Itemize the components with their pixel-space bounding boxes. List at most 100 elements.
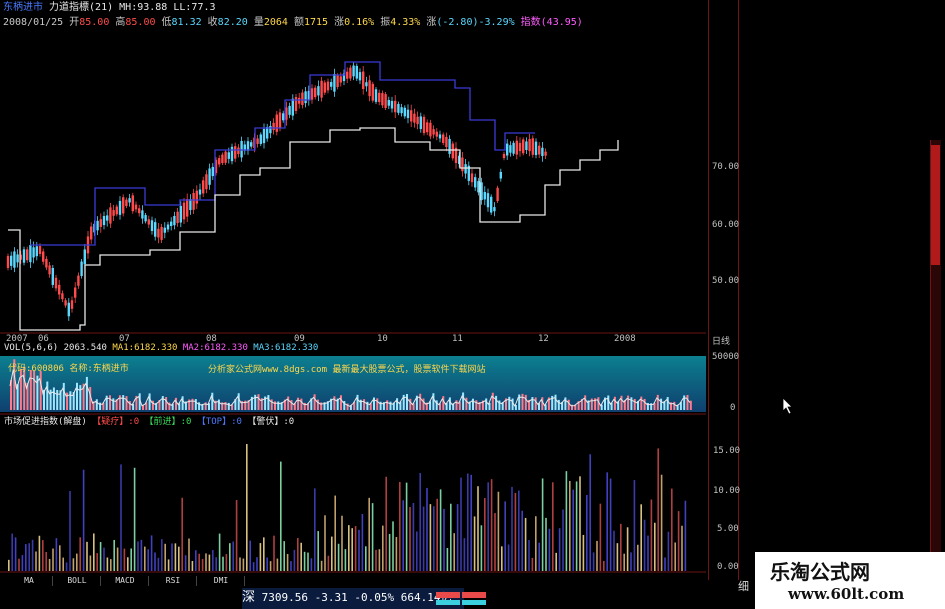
indicator-bar bbox=[106, 557, 109, 571]
indicator-bar bbox=[317, 531, 319, 571]
volume-bar bbox=[524, 394, 527, 410]
volume-bar bbox=[495, 395, 498, 410]
volume-bar bbox=[686, 395, 689, 410]
indicator-bar bbox=[351, 528, 353, 571]
indicator-bar bbox=[31, 539, 34, 571]
tab-rsi[interactable]: RSI bbox=[150, 576, 197, 586]
candle-body bbox=[259, 134, 262, 144]
tab-macd[interactable]: MACD bbox=[102, 576, 149, 586]
market-status-bar[interactable]: 深 7309.56 -3.31 -0.05% 664.14亿 bbox=[242, 588, 464, 609]
indicator-title[interactable]: 市场促进指数(解盘) bbox=[4, 417, 87, 427]
volume-bar bbox=[554, 394, 557, 410]
candle-body bbox=[170, 221, 173, 227]
indicator-bar bbox=[511, 486, 513, 571]
volume-bar bbox=[491, 392, 494, 410]
indicator-bar bbox=[55, 538, 58, 571]
tab-ma[interactable]: MA bbox=[6, 576, 53, 586]
volume-bar bbox=[95, 399, 98, 410]
volume-bar bbox=[297, 397, 300, 410]
candle-body bbox=[384, 94, 387, 109]
volume-ma2: MA2:6182.330 bbox=[182, 343, 248, 353]
volume-bar bbox=[194, 399, 197, 410]
candle-body bbox=[506, 143, 509, 156]
candle-body bbox=[125, 199, 128, 207]
candle-body bbox=[221, 154, 224, 164]
volume-bar bbox=[217, 399, 220, 410]
indicator-bar bbox=[647, 535, 649, 571]
scrollbar-thumb[interactable] bbox=[931, 145, 940, 265]
candle-body bbox=[518, 142, 522, 152]
candle-body bbox=[256, 138, 259, 144]
indicator-axis-label: 5.00 bbox=[717, 524, 739, 534]
indicator-bar bbox=[300, 542, 302, 571]
indicator-bar bbox=[76, 553, 78, 571]
candle-body bbox=[6, 256, 10, 268]
volume-bar bbox=[46, 381, 49, 410]
candle-body bbox=[333, 73, 336, 92]
candle-body bbox=[400, 107, 403, 114]
indicator-bar bbox=[38, 535, 41, 571]
time-axis-label: 12 bbox=[538, 334, 549, 344]
volume-bar bbox=[643, 398, 646, 410]
indicator-bar bbox=[116, 547, 119, 571]
indicator-bar bbox=[164, 543, 166, 571]
indicator-bar bbox=[470, 474, 472, 571]
volume-bar bbox=[564, 397, 567, 410]
indicator-bar bbox=[123, 548, 126, 571]
period-label[interactable]: 日线 bbox=[712, 334, 730, 347]
indicator-bar bbox=[429, 504, 432, 571]
candle-body bbox=[157, 228, 160, 238]
volume-bar bbox=[79, 385, 82, 410]
indicator-bar bbox=[86, 541, 88, 571]
corner-label[interactable]: 细 bbox=[738, 578, 749, 594]
candle-body bbox=[304, 91, 307, 104]
candle-body bbox=[291, 98, 294, 116]
volume-bar bbox=[435, 400, 438, 410]
candle-body bbox=[531, 138, 534, 155]
indicator-item-value: :0 bbox=[180, 417, 192, 427]
price-axis-label: 50.00 bbox=[712, 276, 740, 286]
candle-body bbox=[118, 200, 122, 215]
volume-bar bbox=[148, 393, 151, 410]
candle-body bbox=[486, 193, 490, 208]
indicator-bar bbox=[456, 504, 459, 571]
indicator-bar bbox=[514, 492, 517, 571]
candle-body bbox=[275, 114, 278, 132]
status-mini-bars bbox=[436, 592, 486, 605]
candle-body bbox=[106, 215, 109, 221]
lower-stop-line bbox=[8, 127, 619, 331]
brand-name: 乐淘公式网 bbox=[770, 560, 870, 584]
price-candles bbox=[6, 61, 547, 321]
candle-body bbox=[381, 93, 384, 106]
indicator-bar bbox=[569, 480, 571, 571]
volume-params: VOL(5,6,6) bbox=[4, 343, 59, 353]
indicator-bar bbox=[273, 535, 275, 571]
volume-bar bbox=[257, 394, 260, 410]
candle-body bbox=[182, 202, 186, 220]
candle-body bbox=[141, 210, 144, 219]
candle-body bbox=[26, 249, 29, 261]
indicator-bar bbox=[552, 482, 554, 571]
indicator-bar bbox=[473, 516, 476, 571]
candle-body bbox=[176, 211, 179, 224]
candle-body bbox=[515, 140, 518, 155]
indicator-item-label: 【前进】 bbox=[144, 417, 181, 427]
indicator-bar bbox=[103, 547, 105, 571]
candle-body bbox=[269, 125, 272, 134]
candle-body bbox=[54, 277, 58, 289]
candle-body bbox=[189, 199, 192, 211]
indicator-bar bbox=[93, 533, 95, 571]
indicator-bar bbox=[480, 525, 483, 571]
candle-body bbox=[432, 129, 435, 135]
tab-boll[interactable]: BOLL bbox=[54, 576, 101, 586]
indicator-bar bbox=[154, 552, 156, 571]
indicator-bar bbox=[297, 537, 299, 571]
candle-body bbox=[166, 224, 170, 230]
candle-body bbox=[435, 131, 438, 137]
kline-chart-area[interactable] bbox=[0, 0, 945, 609]
candle-body bbox=[230, 146, 234, 162]
indicator-bar bbox=[354, 526, 357, 571]
tab-dmi[interactable]: DMI bbox=[198, 576, 245, 586]
indicator-bar bbox=[545, 517, 547, 571]
indicator-bar bbox=[8, 559, 10, 571]
